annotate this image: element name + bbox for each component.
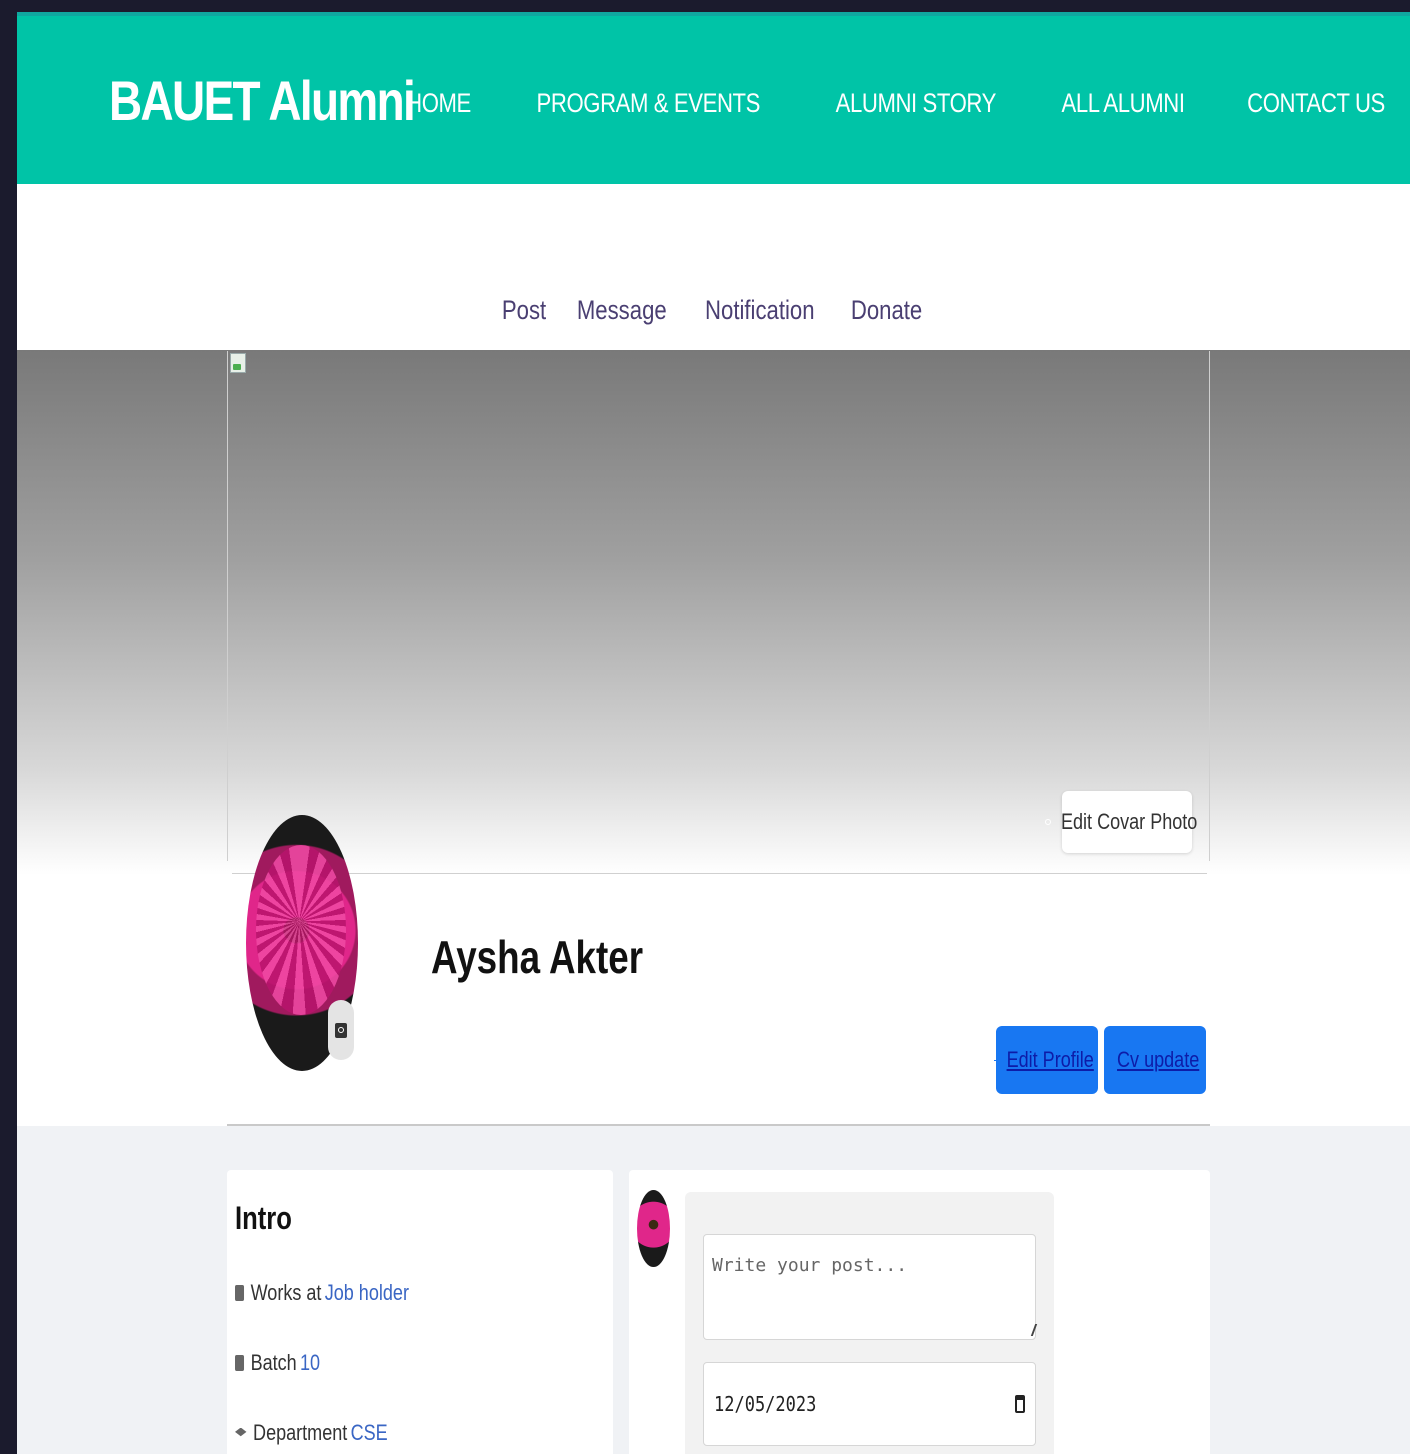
- cover-photo: [227, 351, 1210, 861]
- post-date-input[interactable]: 12/05/2023: [703, 1362, 1036, 1446]
- brand-logo[interactable]: BAUET Alumni: [109, 68, 416, 133]
- nav-contact-us[interactable]: CONTACT US: [1247, 88, 1385, 119]
- works-value[interactable]: Job holder: [325, 1280, 409, 1306]
- calendar-icon[interactable]: [1015, 1395, 1025, 1413]
- profile-tabs: Post Message Notification Donate: [17, 295, 1410, 326]
- batch-label: Batch: [250, 1350, 297, 1375]
- post-composer: 12/05/2023: [685, 1192, 1054, 1454]
- nav-alumni-story[interactable]: ALUMNI STORY: [836, 88, 997, 119]
- site-header: BAUET Alumni HOME PROGRAM & EVENTS ALUMN…: [17, 12, 1410, 184]
- broken-image-icon: [230, 353, 246, 373]
- post-composer-card: 12/05/2023: [629, 1170, 1210, 1454]
- briefcase-icon: [235, 1285, 245, 1301]
- graduation-cap-icon: [235, 1427, 247, 1437]
- page: BAUET Alumni HOME PROGRAM & EVENTS ALUMN…: [17, 12, 1410, 1454]
- cv-update-label: Cv update: [1116, 1047, 1200, 1072]
- nav-program-events[interactable]: PROGRAM & EVENTS: [536, 88, 760, 119]
- batch-value[interactable]: 10: [300, 1350, 320, 1376]
- profile-name: Aysha Akter: [431, 931, 644, 983]
- edit-profile-label: Edit Profile: [1006, 1047, 1094, 1072]
- profile-divider: [232, 873, 1207, 874]
- tab-notification[interactable]: Notification: [705, 295, 815, 326]
- edit-cover-photo-button[interactable]: Edit Covar Photo: [1044, 791, 1197, 853]
- badge-icon: [235, 1355, 245, 1371]
- department-value[interactable]: CSE: [351, 1420, 388, 1446]
- change-avatar-button[interactable]: [328, 1000, 354, 1060]
- cv-update-button[interactable]: Cv update: [1104, 1026, 1206, 1094]
- intro-title: Intro: [235, 1200, 292, 1236]
- composer-avatar: [637, 1190, 670, 1267]
- intro-card: Intro Works at Job holder Batch 10 Depar…: [227, 1170, 613, 1454]
- intro-department: Department CSE: [235, 1420, 388, 1446]
- post-date-value: 12/05/2023: [714, 1392, 817, 1416]
- edit-profile-button[interactable]: Edit Profile: [993, 1026, 1098, 1094]
- intro-batch: Batch 10: [235, 1350, 320, 1376]
- works-label: Works at: [250, 1280, 322, 1305]
- nav-home[interactable]: HOME: [406, 88, 471, 119]
- tab-message[interactable]: Message: [577, 295, 667, 326]
- tab-donate[interactable]: Donate: [851, 295, 922, 326]
- tab-post[interactable]: Post: [502, 295, 546, 326]
- intro-works: Works at Job holder: [235, 1280, 409, 1306]
- edit-cover-photo-label: Edit Covar Photo: [1060, 809, 1198, 834]
- camera-icon: [335, 1022, 347, 1038]
- nav-all-alumni[interactable]: ALL ALUMNI: [1061, 88, 1184, 119]
- post-textarea[interactable]: [703, 1234, 1036, 1340]
- main-nav: HOME PROGRAM & EVENTS ALUMNI STORY ALL A…: [399, 88, 1410, 119]
- department-label: Department: [253, 1420, 348, 1445]
